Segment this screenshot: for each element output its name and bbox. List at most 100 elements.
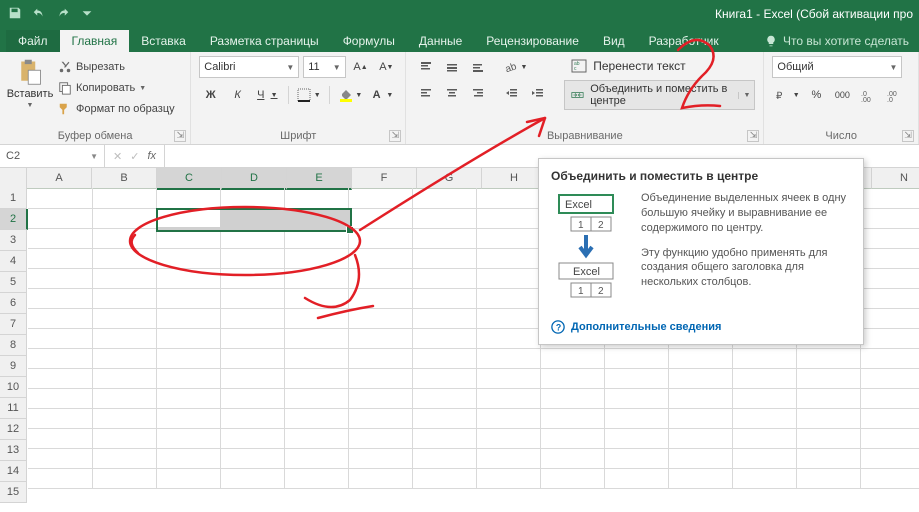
number-dialog-launcher[interactable]: ⇲ bbox=[902, 130, 914, 142]
cell[interactable] bbox=[92, 368, 157, 389]
row-header-1[interactable]: 1 bbox=[0, 188, 27, 209]
cell[interactable] bbox=[412, 468, 477, 489]
row-header-5[interactable]: 5 bbox=[0, 272, 27, 293]
cell[interactable] bbox=[28, 388, 93, 409]
cell[interactable] bbox=[860, 348, 919, 369]
cell[interactable] bbox=[156, 308, 221, 329]
cell[interactable] bbox=[348, 288, 413, 309]
undo-icon[interactable] bbox=[32, 6, 46, 23]
cell[interactable] bbox=[860, 468, 919, 489]
tab-page-layout[interactable]: Разметка страницы bbox=[198, 30, 331, 52]
cut-button[interactable]: Вырезать bbox=[56, 58, 177, 76]
cell[interactable] bbox=[476, 328, 541, 349]
cell[interactable] bbox=[156, 268, 221, 289]
cell[interactable] bbox=[348, 208, 413, 229]
bold-button[interactable]: Ж bbox=[199, 84, 222, 106]
cell[interactable] bbox=[796, 428, 861, 449]
cell[interactable] bbox=[348, 388, 413, 409]
cell[interactable] bbox=[28, 368, 93, 389]
cell[interactable] bbox=[604, 428, 669, 449]
align-bottom-button[interactable] bbox=[466, 56, 490, 78]
cell[interactable] bbox=[860, 248, 919, 269]
cell[interactable] bbox=[412, 368, 477, 389]
cell[interactable] bbox=[860, 308, 919, 329]
decrease-indent-button[interactable] bbox=[500, 82, 524, 104]
cell[interactable] bbox=[28, 188, 93, 209]
cell[interactable] bbox=[732, 468, 797, 489]
cell[interactable] bbox=[732, 348, 797, 369]
col-header-B[interactable]: B bbox=[92, 168, 157, 189]
cell[interactable] bbox=[220, 268, 285, 289]
cell[interactable] bbox=[476, 208, 541, 229]
cell[interactable] bbox=[668, 468, 733, 489]
cell[interactable] bbox=[540, 408, 605, 429]
cell[interactable] bbox=[348, 228, 413, 249]
cell[interactable] bbox=[284, 328, 349, 349]
copy-button[interactable]: Копировать▼ bbox=[56, 79, 177, 97]
decrease-font-button[interactable]: A▼ bbox=[375, 56, 397, 78]
cell[interactable] bbox=[284, 368, 349, 389]
cell[interactable] bbox=[348, 268, 413, 289]
cell[interactable] bbox=[92, 388, 157, 409]
cell[interactable] bbox=[220, 348, 285, 369]
cell[interactable] bbox=[668, 448, 733, 469]
cell[interactable] bbox=[28, 208, 93, 229]
cell[interactable] bbox=[284, 268, 349, 289]
wrap-text-button[interactable]: abc Перенести текст bbox=[564, 56, 755, 76]
cell[interactable] bbox=[796, 468, 861, 489]
cell[interactable] bbox=[476, 408, 541, 429]
cell[interactable] bbox=[476, 288, 541, 309]
cell[interactable] bbox=[412, 308, 477, 329]
merge-dropdown-icon[interactable]: ▼ bbox=[738, 92, 750, 99]
cell[interactable] bbox=[348, 428, 413, 449]
cancel-icon[interactable]: ✕ bbox=[113, 150, 122, 163]
cell[interactable] bbox=[540, 428, 605, 449]
col-header-A[interactable]: A bbox=[27, 168, 92, 189]
cell[interactable] bbox=[668, 368, 733, 389]
cell[interactable] bbox=[284, 348, 349, 369]
italic-button[interactable]: К bbox=[226, 84, 249, 106]
cell[interactable] bbox=[284, 248, 349, 269]
cell[interactable] bbox=[220, 188, 285, 209]
cell[interactable] bbox=[92, 408, 157, 429]
orientation-button[interactable]: ab▼ bbox=[500, 56, 530, 78]
row-header-3[interactable]: 3 bbox=[0, 230, 27, 251]
cell[interactable] bbox=[348, 308, 413, 329]
col-header-D[interactable]: D bbox=[222, 168, 287, 190]
tooltip-more-link[interactable]: ? Дополнительные сведения bbox=[551, 320, 851, 334]
cell[interactable] bbox=[284, 468, 349, 489]
cell[interactable] bbox=[284, 288, 349, 309]
cell[interactable] bbox=[860, 388, 919, 409]
cell[interactable] bbox=[540, 388, 605, 409]
col-header-C[interactable]: C bbox=[157, 168, 222, 190]
row-header-10[interactable]: 10 bbox=[0, 377, 27, 398]
fill-handle[interactable] bbox=[346, 226, 354, 234]
col-header-F[interactable]: F bbox=[352, 168, 417, 189]
cell[interactable] bbox=[476, 388, 541, 409]
tab-formulas[interactable]: Формулы bbox=[331, 30, 407, 52]
cell[interactable] bbox=[92, 328, 157, 349]
align-center-button[interactable] bbox=[440, 82, 464, 104]
cell[interactable] bbox=[284, 388, 349, 409]
cell[interactable] bbox=[220, 408, 285, 429]
cell[interactable] bbox=[92, 188, 157, 209]
cell[interactable] bbox=[860, 408, 919, 429]
comma-button[interactable]: 000 bbox=[830, 84, 854, 106]
cell[interactable] bbox=[220, 308, 285, 329]
cell[interactable] bbox=[732, 408, 797, 429]
cell[interactable] bbox=[412, 228, 477, 249]
cell[interactable] bbox=[412, 388, 477, 409]
cell[interactable] bbox=[220, 248, 285, 269]
align-middle-button[interactable] bbox=[440, 56, 464, 78]
cell[interactable] bbox=[412, 428, 477, 449]
cell[interactable] bbox=[476, 308, 541, 329]
cell[interactable] bbox=[348, 188, 413, 209]
cell[interactable] bbox=[796, 388, 861, 409]
cell[interactable] bbox=[860, 448, 919, 469]
cell[interactable] bbox=[28, 408, 93, 429]
enter-icon[interactable]: ✓ bbox=[130, 150, 139, 163]
tab-data[interactable]: Данные bbox=[407, 30, 474, 52]
cell[interactable] bbox=[860, 368, 919, 389]
font-name-combo[interactable]: Calibri▼ bbox=[199, 56, 299, 78]
save-icon[interactable] bbox=[8, 6, 22, 23]
